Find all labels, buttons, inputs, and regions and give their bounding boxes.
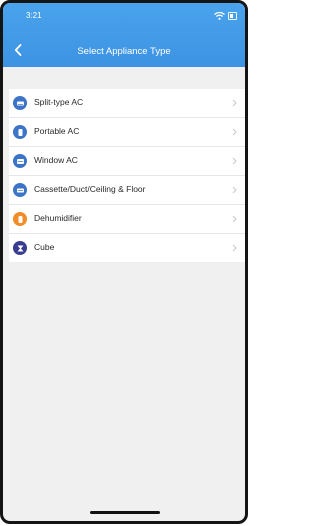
split-ac-icon <box>13 96 27 110</box>
appliance-list: Split-type AC Portable AC Window AC Cass… <box>9 89 245 262</box>
home-indicator <box>90 511 160 514</box>
status-bar: 3:21 <box>3 3 245 31</box>
chevron-right-icon <box>232 128 237 136</box>
list-item-label: Cassette/Duct/Ceiling & Floor <box>34 184 146 194</box>
portable-ac-icon <box>13 125 27 139</box>
list-item-split-ac[interactable]: Split-type AC <box>9 89 245 118</box>
cassette-ac-icon <box>13 183 27 197</box>
cube-icon <box>13 241 27 255</box>
phone-frame: 3:21 Select Appliance Type Split-type AC <box>0 0 248 524</box>
chevron-right-icon <box>232 157 237 165</box>
list-item-dehumidifier[interactable]: Dehumidifier <box>9 205 245 234</box>
back-button[interactable] <box>7 39 29 61</box>
chevron-right-icon <box>232 99 237 107</box>
chevron-left-icon <box>14 44 22 56</box>
list-item-label: Dehumidifier <box>34 213 82 223</box>
list-item-label: Window AC <box>34 155 78 165</box>
dehumidifier-icon <box>13 212 27 226</box>
status-time: 3:21 <box>26 11 42 20</box>
list-item-label: Portable AC <box>34 126 80 136</box>
page-title: Select Appliance Type <box>77 46 171 57</box>
list-item-window-ac[interactable]: Window AC <box>9 147 245 176</box>
battery-icon <box>228 12 237 20</box>
nav-header: 3:21 Select Appliance Type <box>3 3 245 67</box>
list-item-cube[interactable]: Cube <box>9 234 245 262</box>
list-item-label: Split-type AC <box>34 97 84 107</box>
list-item-label: Cube <box>34 242 55 252</box>
chevron-right-icon <box>232 244 237 252</box>
window-ac-icon <box>13 154 27 168</box>
list-item-cassette-ac[interactable]: Cassette/Duct/Ceiling & Floor <box>9 176 245 205</box>
list-item-portable-ac[interactable]: Portable AC <box>9 118 245 147</box>
chevron-right-icon <box>232 215 237 223</box>
chevron-right-icon <box>232 186 237 194</box>
wifi-icon <box>214 12 225 20</box>
